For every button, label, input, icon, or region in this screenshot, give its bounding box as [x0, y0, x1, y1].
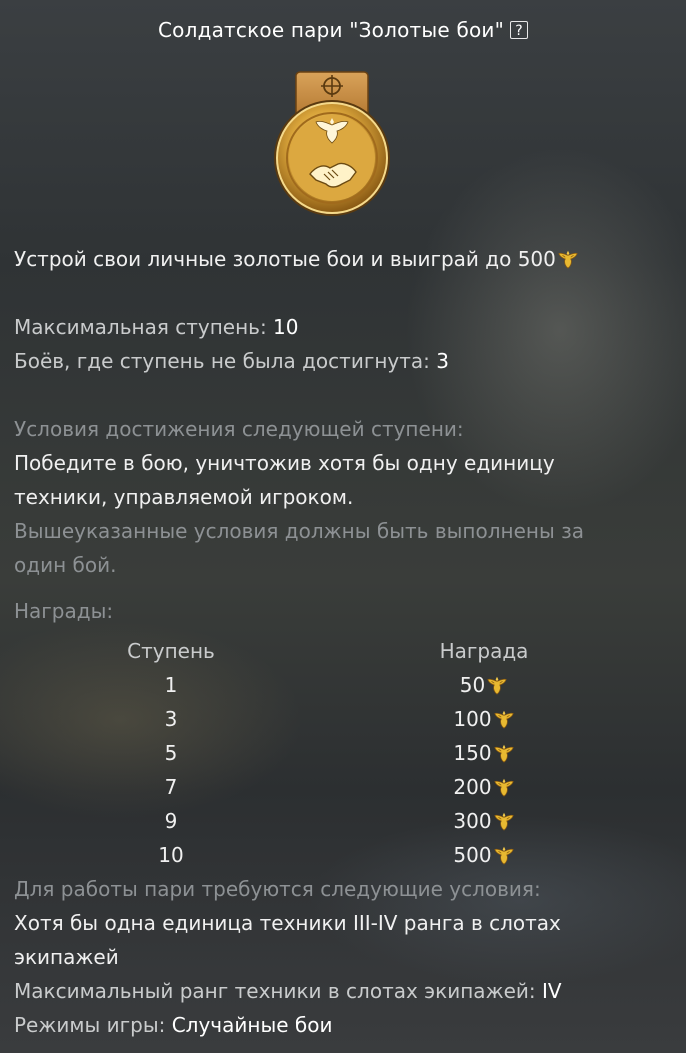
reward-row-amount: 50	[424, 673, 544, 697]
reward-row-stage: 3	[164, 707, 178, 731]
reward-row-amount: 500	[424, 843, 544, 867]
description-text: Устрой свои личные золотые бои и выиграй…	[14, 247, 556, 271]
max-rank-row: Максимальный ранг техники в слотах экипа…	[14, 974, 562, 1008]
golden-eagle-icon	[493, 776, 515, 798]
max-stage-label: Максимальная ступень:	[14, 315, 267, 339]
game-modes-row: Режимы игры: Случайные бои	[14, 1008, 332, 1042]
golden-eagle-icon	[557, 248, 579, 270]
requirements-heading: Для работы пари требуются следующие усло…	[14, 877, 541, 901]
reward-row-stage: 9	[164, 809, 178, 833]
reward-row-amount: 300	[424, 809, 544, 833]
reward-row-amount: 100	[424, 707, 544, 731]
conditions-note-2: один бой.	[14, 553, 117, 577]
title-text: Солдатское пари "Золотые бои"	[157, 18, 505, 42]
dialog-title: Солдатское пари "Золотые бои"?	[0, 18, 686, 42]
reward-row-amount: 200	[424, 775, 544, 799]
reward-row-stage: 7	[164, 775, 178, 799]
requirements-line-2: экипажей	[14, 945, 119, 969]
golden-eagle-icon	[486, 674, 508, 696]
reward-row-amount: 150	[424, 741, 544, 765]
golden-eagle-icon	[493, 810, 515, 832]
reward-row-stage: 5	[164, 741, 178, 765]
col-header-stage: Ступень	[127, 639, 215, 663]
failed-battles-row: Боёв, где ступень не была достигнута: 3	[14, 344, 449, 378]
golden-eagle-icon	[493, 708, 515, 730]
max-stage-row: Максимальная ступень: 10	[14, 310, 299, 344]
max-stage-value: 10	[273, 315, 299, 339]
max-rank-label: Максимальный ранг техники в слотах экипа…	[14, 979, 536, 1003]
golden-eagle-icon	[493, 742, 515, 764]
conditions-line-1: Победите в бою, уничтожив хотя бы одну е…	[14, 451, 555, 475]
reward-row-stage: 10	[158, 843, 184, 867]
reward-row-stage: 1	[164, 673, 178, 697]
max-rank-value: IV	[541, 979, 562, 1003]
game-modes-value: Случайные бои	[171, 1013, 333, 1037]
conditions-note-1: Вышеуказанные условия должны быть выполн…	[14, 519, 584, 543]
requirements-line-1: Хотя бы одна единица техники III-IV ранг…	[14, 911, 561, 935]
help-icon[interactable]: ?	[510, 21, 529, 39]
game-modes-label: Режимы игры:	[14, 1013, 166, 1037]
failed-battles-label: Боёв, где ступень не была достигнута:	[14, 349, 430, 373]
col-header-reward: Награда	[439, 639, 529, 663]
conditions-heading: Условия достижения следующей ступени:	[14, 417, 464, 441]
failed-battles-value: 3	[436, 349, 449, 373]
golden-eagle-icon	[493, 844, 515, 866]
rewards-heading: Награды:	[14, 599, 114, 623]
wager-description: Устрой свои личные золотые бои и выиграй…	[14, 242, 579, 276]
conditions-line-2: техники, управляемой игроком.	[14, 485, 354, 509]
wager-medal-icon	[274, 71, 390, 216]
